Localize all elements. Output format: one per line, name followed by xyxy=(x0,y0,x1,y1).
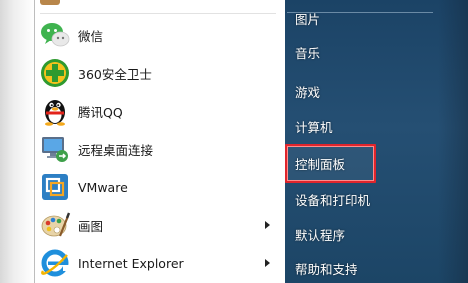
place-item-label: 默认程序 xyxy=(295,227,346,243)
place-item-label: 帮助和支持 xyxy=(295,261,358,277)
place-item-label: 计算机 xyxy=(295,119,333,135)
paint-icon xyxy=(38,208,72,242)
program-item-label: VMware xyxy=(78,179,128,195)
submenu-arrow-icon[interactable] xyxy=(265,221,270,229)
internet-explorer-icon xyxy=(38,246,72,280)
top-separator xyxy=(40,13,276,14)
qq-penguin-icon xyxy=(38,94,72,128)
pane-edge-shadow xyxy=(0,0,34,283)
program-item-label: 腾讯QQ xyxy=(78,104,123,120)
pane-frame-line xyxy=(34,0,35,283)
place-item-pictures[interactable]: 图片 xyxy=(295,7,320,29)
place-item-default-programs[interactable]: 默认程序 xyxy=(295,223,345,245)
program-item-vmware[interactable]: VMware xyxy=(36,168,282,206)
program-item-internet-explorer[interactable]: Internet Explorer xyxy=(36,244,282,282)
place-item-label: 图片 xyxy=(295,11,321,27)
program-item-label: 微信 xyxy=(78,28,104,44)
place-item-computer[interactable]: 计算机 xyxy=(295,115,333,137)
place-item-label: 游戏 xyxy=(295,84,321,100)
program-list: 微信 360安全卫士 腾讯QQ 远程桌面连接 VMware 画图 Interne… xyxy=(36,16,282,282)
place-item-help-support[interactable]: 帮助和支持 xyxy=(295,257,358,279)
place-item-label: 控制面板 xyxy=(295,156,346,172)
program-item-paint[interactable]: 画图 xyxy=(36,206,282,244)
place-item-label: 设备和打印机 xyxy=(295,192,371,208)
program-item-label: 360安全卫士 xyxy=(78,66,152,82)
remote-desktop-icon xyxy=(38,132,72,166)
start-menu: 微信 360安全卫士 腾讯QQ 远程桌面连接 VMware 画图 Interne… xyxy=(0,0,468,283)
360-security-icon xyxy=(38,56,72,90)
programs-pane: 微信 360安全卫士 腾讯QQ 远程桌面连接 VMware 画图 Interne… xyxy=(0,0,285,283)
program-item-label: 远程桌面连接 xyxy=(78,142,154,158)
place-item-games[interactable]: 游戏 xyxy=(295,80,320,102)
place-item-music[interactable]: 音乐 xyxy=(295,41,320,63)
place-item-label: 音乐 xyxy=(295,45,321,61)
program-item-label: Internet Explorer xyxy=(78,255,184,271)
program-item-wechat[interactable]: 微信 xyxy=(36,16,282,54)
partial-app-icon xyxy=(38,0,62,6)
program-item-qq[interactable]: 腾讯QQ xyxy=(36,92,282,130)
wechat-icon xyxy=(38,18,72,52)
place-item-devices-printers[interactable]: 设备和打印机 xyxy=(295,188,370,210)
submenu-arrow-icon[interactable] xyxy=(265,259,270,267)
place-item-control-panel[interactable]: 控制面板 xyxy=(295,152,345,174)
program-item-360[interactable]: 360安全卫士 xyxy=(36,54,282,92)
program-item-label: 画图 xyxy=(78,218,104,234)
vmware-icon xyxy=(38,170,72,204)
program-item-remote-desktop[interactable]: 远程桌面连接 xyxy=(36,130,282,168)
